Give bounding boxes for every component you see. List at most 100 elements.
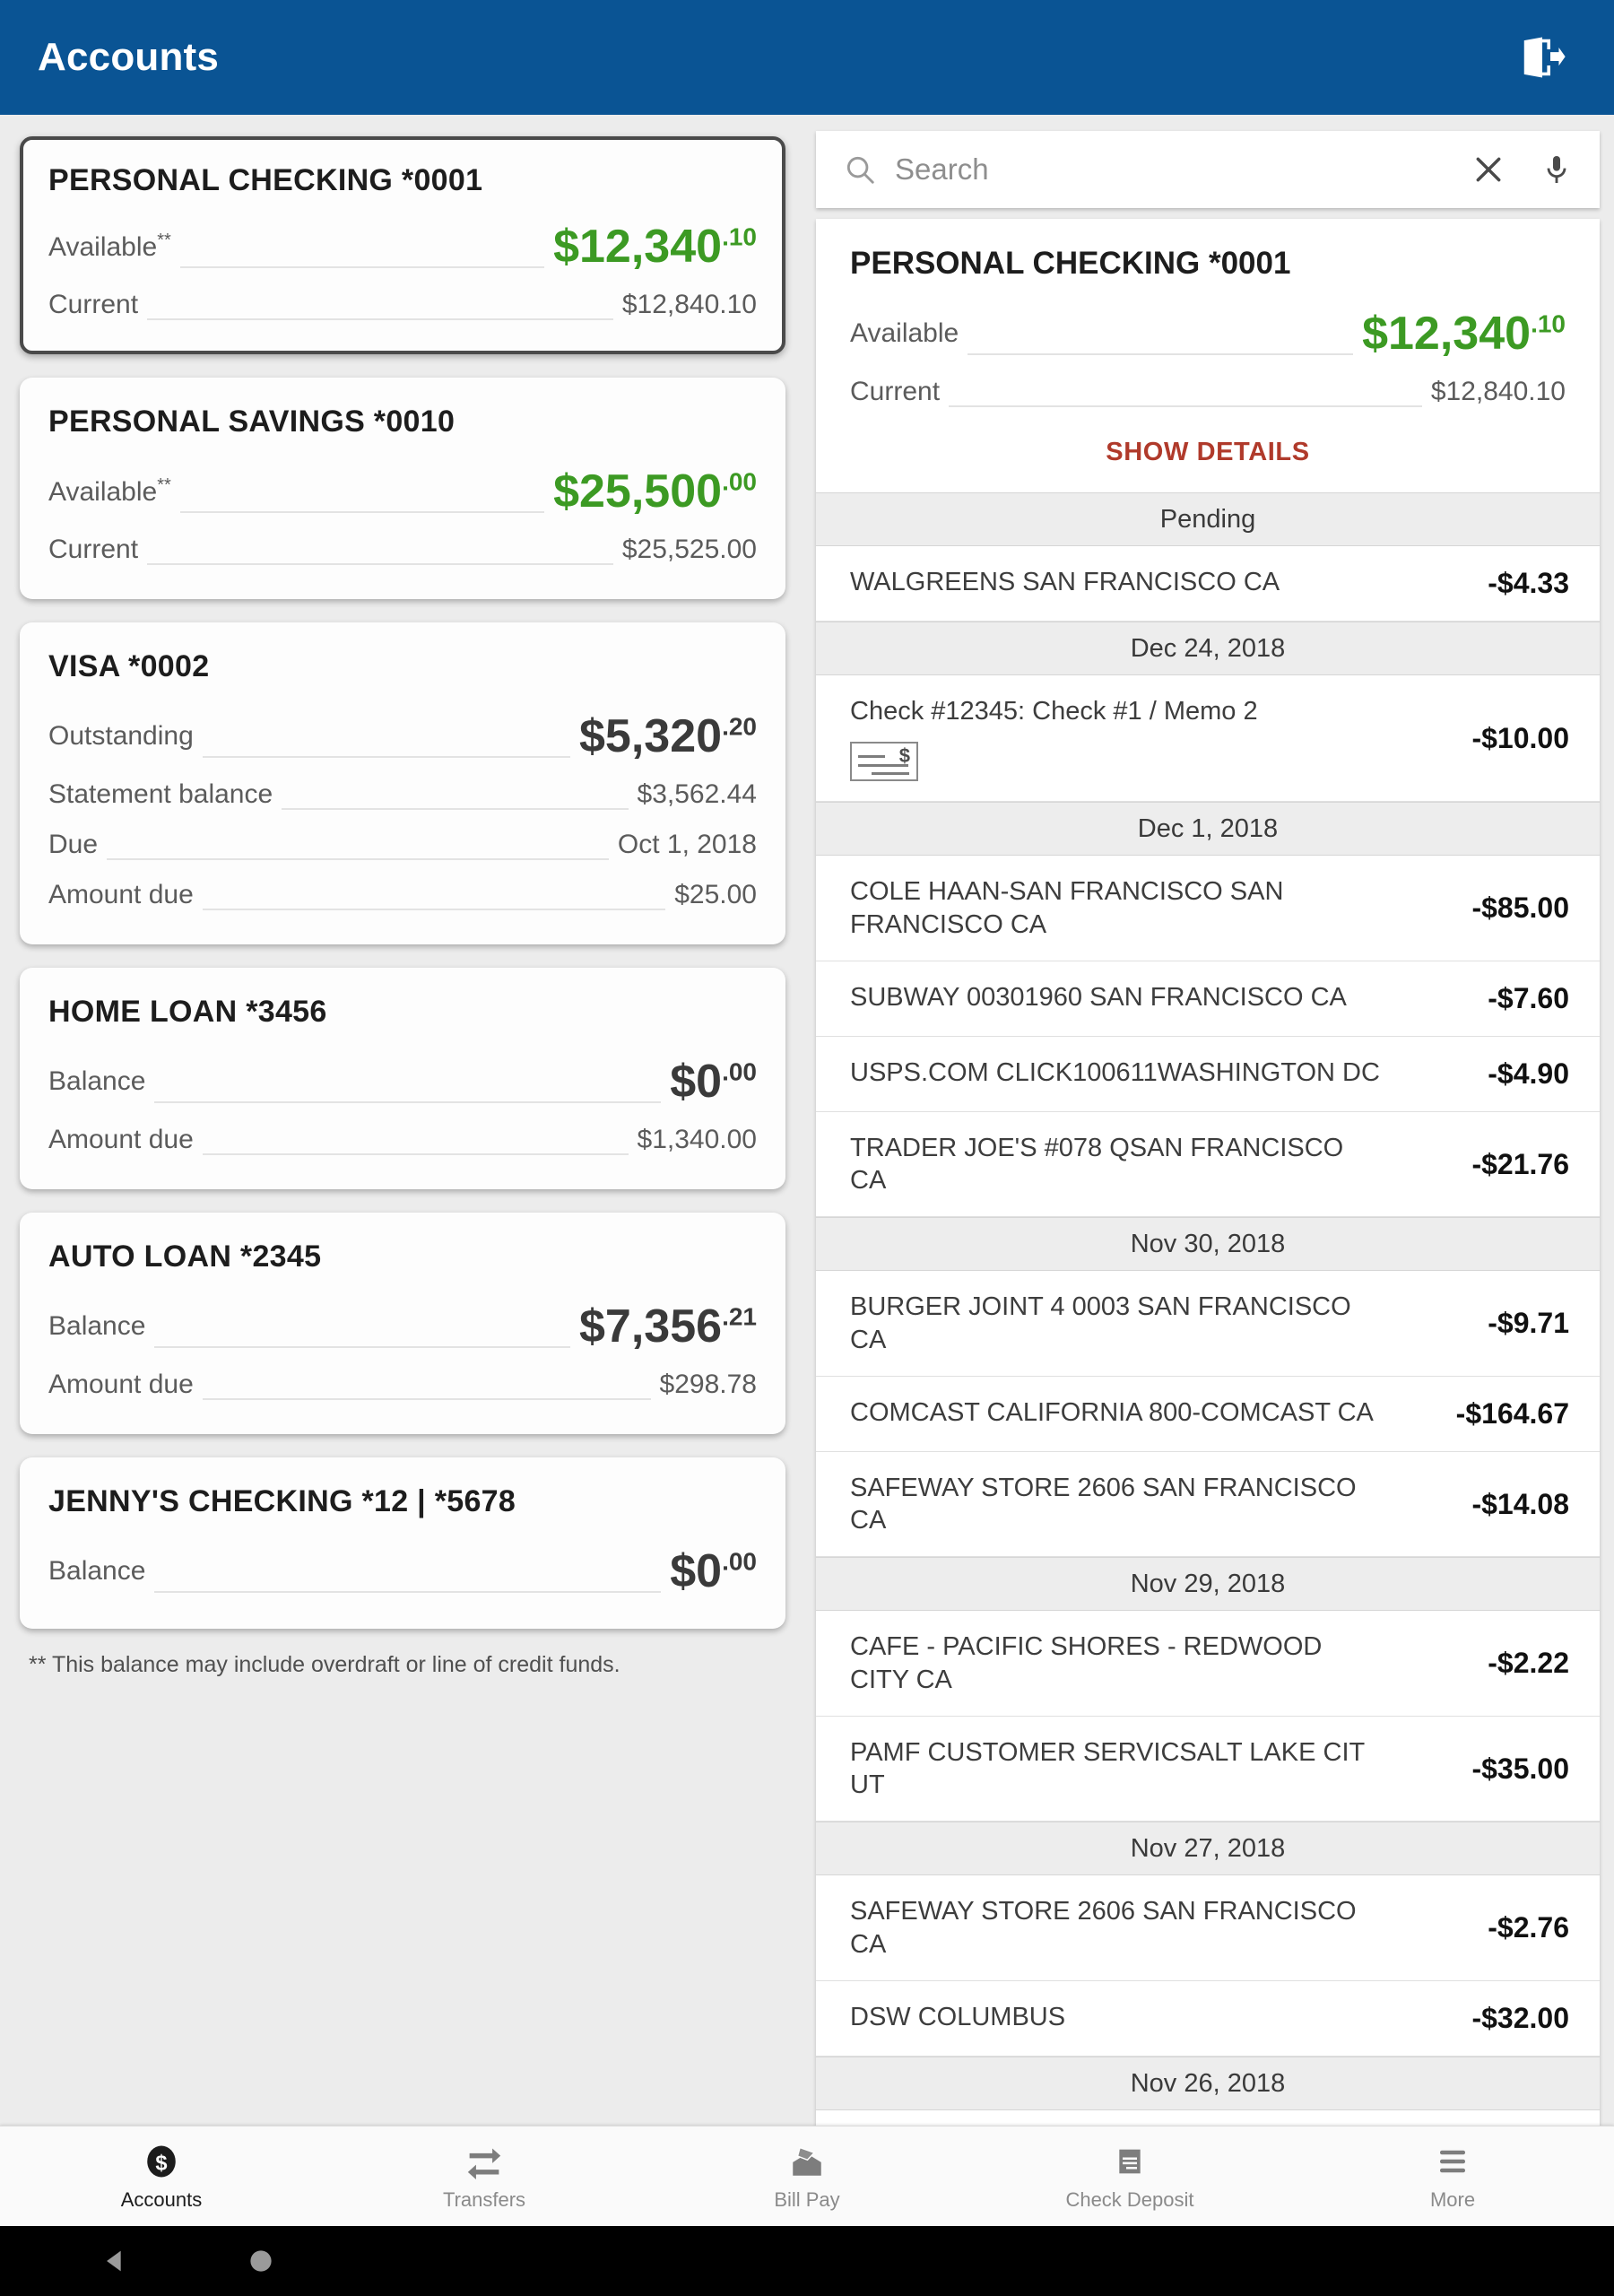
transaction-amount: -$2.22 <box>1488 1647 1569 1679</box>
overdraft-footnote: ** This balance may include overdraft or… <box>29 1652 620 1677</box>
account-3-value: $0.00 <box>670 1056 757 1108</box>
transaction-description: USPS.COM CLICK100611WASHINGTON DC <box>850 1057 1408 1089</box>
transaction-amount: -$4.90 <box>1488 1057 1569 1090</box>
tab-bill-pay[interactable]: Bill Pay <box>646 2126 968 2226</box>
account-2-row: Outstanding $5,320.20 <box>48 704 757 770</box>
transaction-description: BURGER JOINT 4 0003 SAN FRANCISCO CA <box>850 1291 1408 1356</box>
transaction-description: Check #12345: Check #1 / Memo 2 $ <box>850 695 1408 782</box>
account-0-value: $12,340.10 <box>553 221 757 273</box>
transaction-row[interactable]: USPS.COM CLICK100611WASHINGTON DC -$4.90 <box>816 1037 1600 1112</box>
transaction-row[interactable]: DSW COLUMBUS -$32.00 <box>816 1981 1600 2057</box>
account-3-value: $1,340.00 <box>637 1125 757 1154</box>
transaction-description: SAFEWAY STORE 2606 SAN FRANCISCO CA <box>850 1895 1408 1961</box>
transaction-description: TRADER JOE'S #078 QSAN FRANCISCO CA <box>850 1132 1408 1197</box>
leader-line <box>282 808 629 810</box>
transaction-description: WALGREENS SAN FRANCISCO CA <box>850 566 1408 598</box>
tab-label: Check Deposit <box>1065 2187 1194 2211</box>
transaction-list[interactable]: Pending WALGREENS SAN FRANCISCO CA -$4.33 D… <box>816 492 1600 2126</box>
transaction-description: SAFEWAY STORE 2606 SAN FRANCISCO CA <box>850 1472 1408 1537</box>
transaction-row[interactable]: COLE HAAN-SAN FRANCISCO SAN FRANCISCO CA… <box>816 856 1600 961</box>
account-2-value: $3,562.44 <box>637 779 757 809</box>
check-document-icon <box>1112 2142 1148 2181</box>
tab-accounts[interactable]: $ Accounts <box>0 2126 323 2226</box>
show-details-button[interactable]: SHOW DETAILS <box>850 418 1566 489</box>
account-card-name: PERSONAL CHECKING *0001 <box>48 163 483 197</box>
transaction-row[interactable]: COMCAST CALIFORNIA 800-COMCAST CA -$164.6… <box>816 1377 1600 1452</box>
account-card[interactable]: JENNY'S CHECKING *12 | *5678 Balance $0.00 <box>20 1457 785 1629</box>
account-4-row: Amount due $298.78 <box>48 1361 757 1411</box>
account-card-name: HOME LOAN *3456 <box>48 995 327 1029</box>
transfer-arrows-icon <box>464 2142 504 2181</box>
account-2-value: Oct 1, 2018 <box>617 830 757 859</box>
tab-transfers[interactable]: Transfers <box>323 2126 646 2226</box>
detail-row: Current $12,840.10 <box>850 368 1566 418</box>
transaction-row[interactable]: BURGER JOINT 4 0003 SAN FRANCISCO CA -$9.… <box>816 1271 1600 1377</box>
detail-value: $12,340.10 <box>1362 308 1566 360</box>
account-2-row: Amount due $25.00 <box>48 871 757 921</box>
account-card-name: JENNY'S CHECKING *12 | *5678 <box>48 1484 516 1518</box>
cents: .00 <box>722 1547 757 1576</box>
leader-line <box>179 266 545 268</box>
detail-value: $12,840.10 <box>1430 377 1566 406</box>
transaction-group-header: Nov 27, 2018 <box>816 1822 1600 1876</box>
transaction-description: CAFE - PACIFIC SHORES - REDWOOD CITY CA <box>850 1631 1408 1696</box>
transaction-group-header: Dec 24, 2018 <box>816 622 1600 675</box>
cents: .10 <box>722 222 757 251</box>
search-input[interactable] <box>895 152 1471 187</box>
tab-check-deposit[interactable]: Check Deposit <box>968 2126 1291 2226</box>
home-circle-icon[interactable] <box>246 2246 276 2276</box>
account-card[interactable]: AUTO LOAN *2345 Balance $7,356.21 Amount du… <box>20 1213 785 1434</box>
cents: .20 <box>722 712 757 741</box>
transaction-description-text: PAMF CUSTOMER SERVICSALT LAKE CIT UT <box>850 1737 1365 1799</box>
close-icon[interactable] <box>1471 152 1506 187</box>
search-icon <box>843 152 877 187</box>
transaction-description-text: WALGREENS SAN FRANCISCO CA <box>850 568 1280 596</box>
transaction-row[interactable]: TRADER JOE'S #078 QSAN FRANCISCO CA -$21.… <box>816 1112 1600 1218</box>
transaction-row[interactable]: SUBWAY 00301960 SAN FRANCISCO CA -$7.60 <box>816 961 1600 1037</box>
account-0-row: Current $12,840.10 <box>48 281 757 331</box>
cents: .21 <box>722 1302 757 1331</box>
transaction-row[interactable]: SAFEWAY STORE 2606 SAN FRANCISCO CA -$2.7… <box>816 1875 1600 1981</box>
tab-label: More <box>1429 2187 1476 2211</box>
account-card-name: VISA *0002 <box>48 649 210 683</box>
transaction-row[interactable]: Check #12345: Check #1 / Memo 2 $ -$10.00 <box>816 675 1600 803</box>
tab-label: Transfers <box>442 2187 526 2211</box>
account-card[interactable]: HOME LOAN *3456 Balance $0.00 Amount due $1,… <box>20 968 785 1189</box>
logout-icon[interactable] <box>1508 23 1576 91</box>
tab-more[interactable]: More <box>1291 2126 1614 2226</box>
transaction-row[interactable]: PANERA BREAD #4517 0SAN FRANCISCO CA-$4.… <box>816 2110 1600 2126</box>
transaction-row[interactable]: WALGREENS SAN FRANCISCO CA -$4.33 <box>816 546 1600 622</box>
leader-line <box>179 511 545 513</box>
account-1-row: Current $25,525.00 <box>48 526 757 576</box>
search-bar[interactable] <box>816 131 1600 208</box>
account-card[interactable]: VISA *0002 Outstanding $5,320.20 Statement … <box>20 622 785 944</box>
detail-label: Available <box>850 318 959 348</box>
transaction-amount: -$10.00 <box>1471 721 1569 754</box>
transaction-row[interactable]: CAFE - PACIFIC SHORES - REDWOOD CITY CA -… <box>816 1611 1600 1717</box>
transaction-amount: -$85.00 <box>1471 891 1569 924</box>
transaction-amount: -$2.76 <box>1488 1911 1569 1944</box>
account-card-name: AUTO LOAN *2345 <box>48 1239 322 1274</box>
transaction-description-text: USPS.COM CLICK100611WASHINGTON DC <box>850 1057 1380 1087</box>
leader-line <box>154 1101 662 1103</box>
transaction-row[interactable]: SAFEWAY STORE 2606 SAN FRANCISCO CA -$14.… <box>816 1452 1600 1558</box>
account-3-label: Amount due <box>48 1125 194 1154</box>
detail-row: Available $12,340.10 <box>850 301 1566 368</box>
transaction-row[interactable]: PAMF CUSTOMER SERVICSALT LAKE CIT UT -$35… <box>816 1717 1600 1822</box>
account-3-label: Balance <box>48 1066 146 1096</box>
microphone-icon[interactable] <box>1539 152 1575 187</box>
back-triangle-icon[interactable] <box>100 2246 131 2276</box>
account-card[interactable]: PERSONAL CHECKING *0001 Available** $12,34… <box>20 136 785 354</box>
account-card[interactable]: PERSONAL SAVINGS *0010 Available** $25,500… <box>20 378 785 599</box>
transaction-description: COLE HAAN-SAN FRANCISCO SAN FRANCISCO CA <box>850 875 1408 941</box>
leader-line <box>202 1153 629 1155</box>
hamburger-menu-icon <box>1434 2142 1471 2181</box>
account-1-value: $25,500.00 <box>553 465 757 517</box>
leader-line <box>107 858 609 860</box>
search-area <box>805 115 1614 208</box>
check-image-icon[interactable]: $ <box>850 742 918 782</box>
account-2-label: Outstanding <box>48 721 194 751</box>
leader-line <box>147 563 613 565</box>
accounts-list: PERSONAL CHECKING *0001 Available** $12,34… <box>0 115 805 2126</box>
leader-line <box>154 1346 571 1348</box>
